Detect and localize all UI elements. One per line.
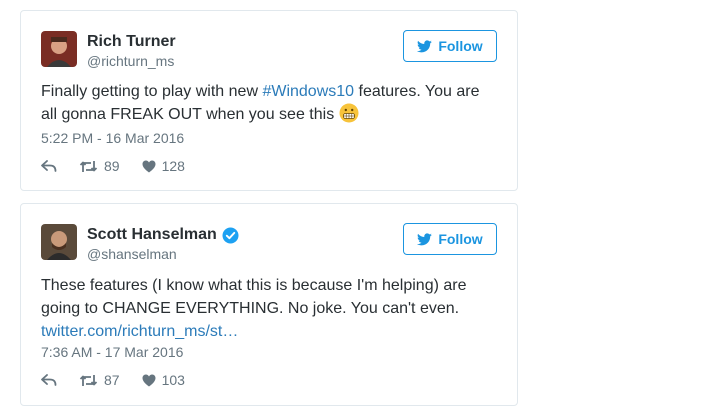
retweet-count: 89 [104,158,120,174]
author-info[interactable]: Scott Hanselman @shanselman [87,225,239,263]
reply-icon [41,159,57,172]
author-name-row: Scott Hanselman [87,225,239,245]
tweet-timestamp[interactable]: 5:22 PM - 16 Mar 2016 [41,130,184,146]
tweet-text-part: These features (I know what this is beca… [41,277,467,317]
bird-icon [417,232,433,245]
like-button[interactable]: 128 [142,158,185,174]
follow-label: Follow [438,38,483,54]
author-name[interactable]: Rich Turner [87,32,176,52]
reply-icon [41,373,57,386]
tweet-card: Scott Hanselman @shanselman Follow These… [20,203,518,406]
like-button[interactable]: 103 [142,372,185,388]
retweet-button[interactable]: 89 [79,158,120,174]
tweet-card: Rich Turner @richturn_ms Follow Finally … [20,10,518,191]
tweet-actions: 87 103 [41,372,207,388]
retweet-icon [79,160,98,172]
like-count: 103 [161,372,185,388]
follow-label: Follow [438,231,483,247]
author-handle[interactable]: @shanselman [87,245,239,263]
tweet-text-part: Finally getting to play with new [41,83,263,100]
retweet-button[interactable]: 87 [79,372,120,388]
like-count: 128 [161,158,185,174]
tweet-text: These features (I know what this is beca… [41,274,497,343]
author-handle[interactable]: @richturn_ms [87,52,176,70]
author-name[interactable]: Scott Hanselman [87,225,217,245]
author-info[interactable]: Rich Turner @richturn_ms [87,32,176,70]
verified-badge-icon [222,227,239,244]
grimacing-emoji-icon [339,103,359,130]
heart-icon [142,374,156,386]
tweet-text: Finally getting to play with new #Window… [41,80,497,130]
retweet-count: 87 [104,372,120,388]
tweet-timestamp[interactable]: 7:36 AM - 17 Mar 2016 [41,344,183,360]
bird-icon [417,39,433,52]
avatar[interactable] [41,31,77,67]
follow-button[interactable]: Follow [403,30,497,62]
tweet-actions: 89 128 [41,158,207,174]
retweet-icon [79,374,98,386]
hashtag-link[interactable]: #Windows10 [262,83,354,100]
heart-icon [142,160,156,172]
avatar[interactable] [41,224,77,260]
reply-button[interactable] [41,373,57,387]
tweet-link[interactable]: twitter.com/richturn_ms/st… [41,323,238,340]
follow-button[interactable]: Follow [403,223,497,255]
reply-button[interactable] [41,159,57,173]
